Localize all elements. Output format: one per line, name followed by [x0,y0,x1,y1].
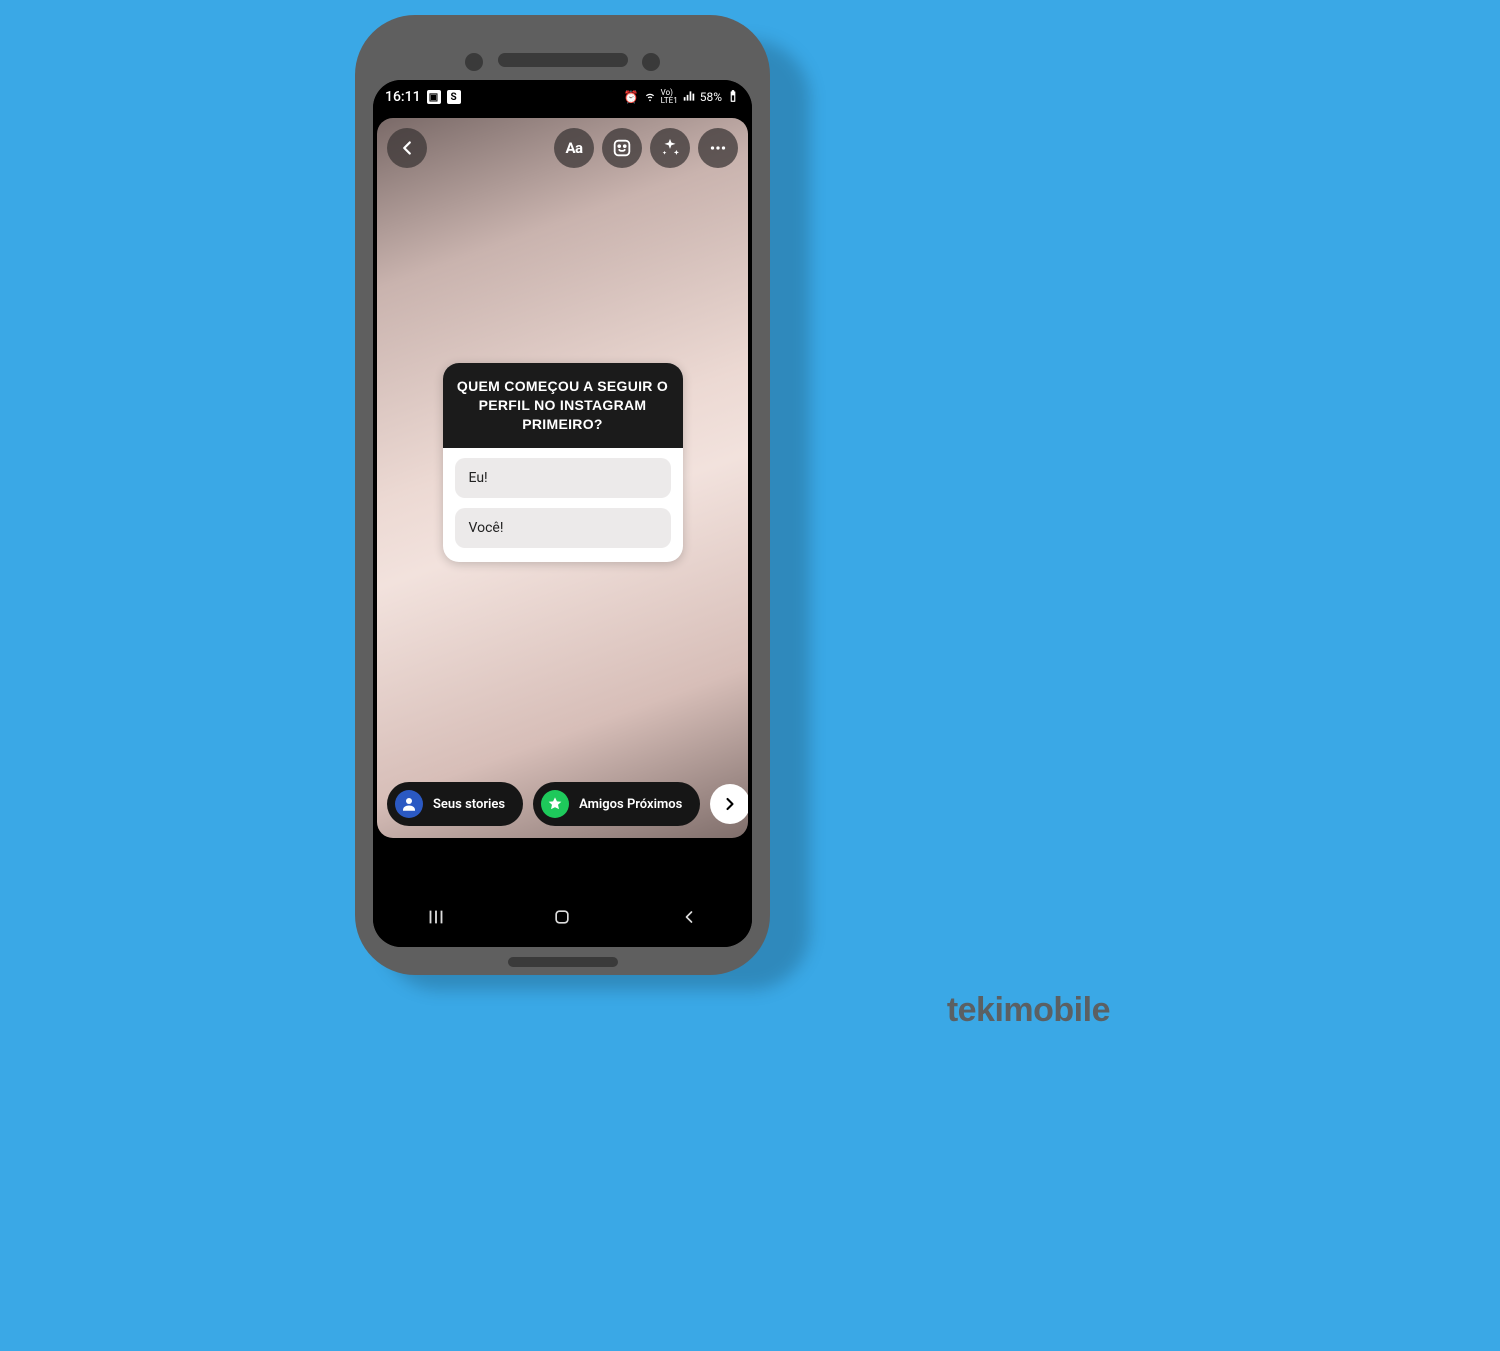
phone-screen: 16:11 ▣ S ⏰ Vo)LTE1 58% [373,80,752,947]
battery-percent: 58% [700,90,722,104]
gallery-notif-icon: ▣ [427,90,441,104]
back-icon [679,907,699,927]
quiz-option-a[interactable]: Eu! [455,458,671,498]
speaker-bottom [508,957,618,967]
status-time: 16:11 [385,89,421,105]
quiz-sticker[interactable]: QUEM COMEÇOU A SEGUIR O PERFIL NO INSTAG… [443,363,683,562]
bottom-area [373,842,752,947]
next-button[interactable] [710,784,748,824]
text-tool-button[interactable]: Aa [554,128,594,168]
close-friends-button[interactable]: Amigos Próximos [533,782,700,826]
quiz-question[interactable]: QUEM COMEÇOU A SEGUIR O PERFIL NO INSTAG… [443,363,683,448]
chevron-right-icon [720,794,740,814]
star-badge-icon [541,790,569,818]
watermark: tekimobile [947,991,1110,1030]
wifi-icon [643,89,657,106]
system-nav-bar [373,905,752,929]
home-nav-button[interactable] [550,905,574,929]
close-friends-label: Amigos Próximos [579,797,682,812]
sensor-left [465,53,483,71]
status-bar: 16:11 ▣ S ⏰ Vo)LTE1 58% [373,80,752,114]
back-button[interactable] [387,128,427,168]
phone-frame: 16:11 ▣ S ⏰ Vo)LTE1 58% [355,15,770,975]
sticker-button[interactable] [602,128,642,168]
share-destination-row: Seus stories Amigos Próximos [387,782,738,826]
avatar-icon [395,790,423,818]
quiz-option-b[interactable]: Você! [455,508,671,548]
sensor-right [642,53,660,71]
your-stories-label: Seus stories [433,797,505,812]
effects-button[interactable] [650,128,690,168]
back-nav-button[interactable] [677,905,701,929]
more-horizontal-icon [707,137,729,159]
app-notif-icon: S [447,90,461,104]
sparkle-icon [659,137,681,159]
text-tool-label: Aa [565,139,582,157]
alarm-icon: ⏰ [624,90,639,104]
home-icon [552,907,572,927]
battery-icon [726,89,740,106]
sticker-icon [611,137,633,159]
signal-icon [682,89,696,106]
your-stories-button[interactable]: Seus stories [387,782,523,826]
recents-nav-button[interactable] [424,905,448,929]
speaker-top [498,53,628,67]
recents-icon [425,906,447,928]
story-editor-canvas[interactable]: Aa QUEM COMEÇOU [377,118,748,838]
more-options-button[interactable] [698,128,738,168]
volte-icon: Vo)LTE1 [661,89,678,105]
chevron-left-icon [396,137,418,159]
